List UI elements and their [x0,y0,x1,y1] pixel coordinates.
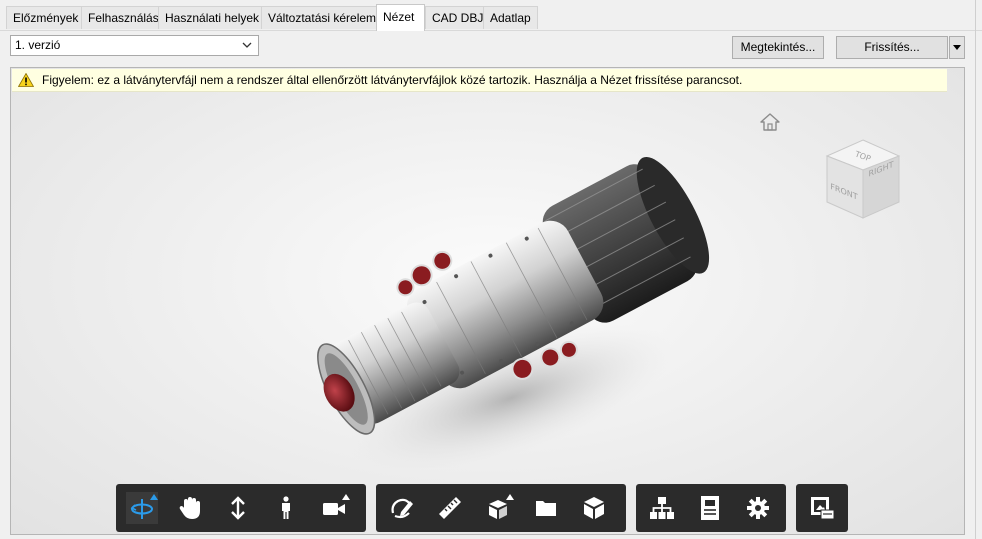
walk-button[interactable] [270,492,302,524]
info-tools-group [636,484,786,532]
version-select[interactable]: 1. verzió [10,35,259,56]
tab-datasheet[interactable]: Adatlap [483,6,538,29]
camera-icon [323,503,345,515]
orbit-button[interactable] [126,492,158,524]
structure-icon [650,497,674,519]
tab-history[interactable]: Előzmények [6,6,86,29]
walk-icon [282,496,290,519]
model-browser-button[interactable] [530,492,562,524]
settings-icon [747,497,769,519]
3d-viewport[interactable]: Figyelem: ez a látványtervfájl nem a ren… [10,67,965,535]
properties-icon [701,496,719,520]
view-button[interactable]: Megtekintés... [732,36,824,59]
measure-button[interactable] [434,492,466,524]
warning-text: Figyelem: ez a látványtervfájl nem a ren… [42,73,743,87]
navigation-tools-group [116,484,366,532]
fullscreen-icon [811,497,835,520]
fullscreen-tools-group [796,484,848,532]
version-select-value: 1. verzió [15,38,61,52]
tab-where-used[interactable]: Használati helyek [158,6,267,29]
refresh-button[interactable]: Frissítés... [836,36,948,59]
viewcube[interactable]: TOP FRONT RIGHT [821,136,905,222]
warning-banner: Figyelem: ez a látványtervfájl nem a ren… [12,69,947,92]
home-icon[interactable] [759,112,781,132]
warning-icon [18,73,34,87]
engine-model-image [317,156,710,468]
tab-change-request[interactable]: Változtatási kérelem [261,6,384,29]
chevron-down-icon [242,42,252,48]
structure-button[interactable] [646,492,678,524]
view-cube-tool-button[interactable] [578,492,610,524]
fullscreen-button[interactable] [806,492,838,524]
panel-border [975,0,976,539]
measure-icon [439,497,461,519]
flyout-indicator-icon [342,494,350,500]
zoom-icon [231,496,245,520]
refresh-dropdown-button[interactable] [949,36,965,59]
tab-usage[interactable]: Felhasználás [81,6,166,29]
flyout-indicator-icon [506,494,514,500]
cube-icon [584,497,604,519]
analysis-tools-group [376,484,626,532]
pan-button[interactable] [174,492,206,524]
properties-button[interactable] [694,492,726,524]
tab-bar: Előzmények Felhasználás Használati helye… [0,0,982,31]
markup-icon [391,498,413,519]
markup-button[interactable] [386,492,418,524]
pan-icon [179,497,200,519]
tab-cad-bom[interactable]: CAD DBJ [425,6,491,29]
camera-button[interactable] [318,492,350,524]
tab-view[interactable]: Nézet [376,4,425,31]
explode-button[interactable] [482,492,514,524]
zoom-button[interactable] [222,492,254,524]
folder-icon [536,501,556,516]
flyout-indicator-icon [150,494,158,500]
caret-down-icon [953,45,961,50]
settings-button[interactable] [742,492,774,524]
